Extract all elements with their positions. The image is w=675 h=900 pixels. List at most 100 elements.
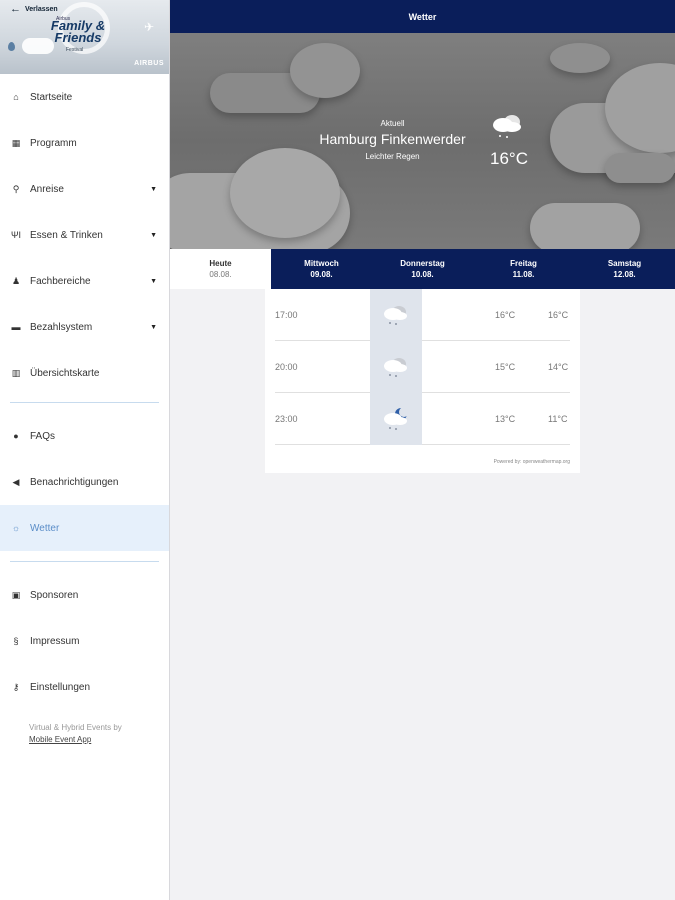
current-temperature: 16°C xyxy=(490,149,528,168)
forecast-row: 17:00 16°C 16°C xyxy=(275,289,570,341)
sidebar-item-label: Anreise xyxy=(30,183,64,195)
current-label: Aktuell xyxy=(380,119,405,128)
sidebar-item-faqs[interactable]: ● FAQs xyxy=(0,413,169,459)
banner-title: Family & Friends xyxy=(50,18,106,45)
sidebar-item-essen-trinken[interactable]: ΨI Essen & Trinken ▼ xyxy=(0,212,169,258)
calendar-icon: ▦ xyxy=(11,137,21,148)
sidebar-item-bezahlsystem[interactable]: ▬ Bezahlsystem ▼ xyxy=(0,304,169,350)
sidebar-item-wetter[interactable]: ☼ Wetter xyxy=(0,505,169,551)
sidebar-item-anreise[interactable]: ⚲ Anreise ▼ xyxy=(0,166,169,212)
sidebar-nav: ⌂ Startseite ▦ Programm ⚲ Anreise ▼ ΨI E… xyxy=(0,74,169,396)
cloud-rain-icon xyxy=(370,289,422,341)
sidebar-item-startseite[interactable]: ⌂ Startseite xyxy=(0,74,169,120)
credit-text: Virtual & Hybrid Events by Mobile Event … xyxy=(0,710,169,746)
forecast-row: 20:00 15°C 14°C xyxy=(275,341,570,393)
back-arrow-icon: ← xyxy=(10,3,21,15)
folder-icon: ▬ xyxy=(11,322,21,332)
event-banner: ← Verlassen Airbus Family & Friends Fest… xyxy=(0,0,169,74)
sidebar-item-label: Programm xyxy=(30,137,77,149)
home-icon: ⌂ xyxy=(13,92,19,102)
sidebar-item-label: Übersichtskarte xyxy=(30,367,100,379)
bg-cloud xyxy=(230,148,340,238)
powered-by: Powered by: openweathermap.org xyxy=(493,459,570,465)
bg-cloud xyxy=(530,203,640,249)
sun-icon: ☼ xyxy=(11,523,21,533)
day-tabs: Heute 08.08. Mittwoch 09.08. Donnerstag … xyxy=(170,249,675,289)
sidebar-item-einstellungen[interactable]: ⚷ Einstellungen xyxy=(0,664,169,710)
hourly-forecast: 17:00 16°C 16°C 20:00 15°C 14°C 23:00 13… xyxy=(265,289,580,473)
person-icon: ♟ xyxy=(11,275,21,286)
section-icon: § xyxy=(13,636,19,646)
temp-high: 13°C xyxy=(495,413,516,424)
sidebar-item-label: FAQs xyxy=(30,430,56,442)
forecast-row: 23:00 13°C 11°C xyxy=(275,393,570,445)
sidebar-divider xyxy=(10,561,159,562)
tab-mittwoch[interactable]: Mittwoch 09.08. xyxy=(271,249,372,289)
tab-heute[interactable]: Heute 08.08. xyxy=(170,249,271,289)
main-content: Wetter Aktuell Hamburg Finkenwerder Leic… xyxy=(170,0,675,900)
banner-subtitle: Festival xyxy=(66,47,84,53)
bg-cloud xyxy=(605,153,675,183)
weather-condition: Leichter Regen xyxy=(365,152,420,161)
sidebar-item-programm[interactable]: ▦ Programm xyxy=(0,120,169,166)
sidebar-item-label: Einstellungen xyxy=(30,681,91,693)
sidebar-item-label: Fachbereiche xyxy=(30,275,91,287)
current-location: Aktuell Hamburg Finkenwerder Leichter Re… xyxy=(170,119,615,161)
sidebar-item-sponsoren[interactable]: ▣ Sponsoren xyxy=(0,572,169,618)
top-bar: Wetter xyxy=(170,0,675,33)
brand-logo: AIRBUS xyxy=(134,60,164,67)
sidebar-item-label: Bezahlsystem xyxy=(30,321,93,333)
sidebar-item-label: Wetter xyxy=(30,522,60,534)
cloud-moon-rain-icon xyxy=(370,393,422,445)
sidebar-item-label: Essen & Trinken xyxy=(30,229,103,241)
current-weather-hero: Aktuell Hamburg Finkenwerder Leichter Re… xyxy=(170,33,675,249)
day-name: Samstag xyxy=(607,259,642,268)
tab-samstag[interactable]: Samstag 12.08. xyxy=(574,249,675,289)
sidebar-item-uebersichtskarte[interactable]: ▥ Übersichtskarte xyxy=(0,350,169,396)
plane-icon: ✈ xyxy=(143,20,154,34)
tab-freitag[interactable]: Freitag 11.08. xyxy=(473,249,574,289)
temp-high: 16°C xyxy=(495,309,516,320)
chevron-down-icon: ▼ xyxy=(150,231,157,239)
sidebar-nav-secondary: ● FAQs ◀ Benachrichtigungen ☼ Wetter xyxy=(0,413,169,551)
day-name: Heute xyxy=(209,259,232,268)
sidebar-item-fachbereiche[interactable]: ♟ Fachbereiche ▼ xyxy=(0,258,169,304)
tab-donnerstag[interactable]: Donnerstag 10.08. xyxy=(372,249,473,289)
temp-low: 16°C xyxy=(548,309,569,320)
city-name: Hamburg Finkenwerder xyxy=(319,131,466,147)
cloud-rain-icon xyxy=(370,341,422,393)
sidebar: ← Verlassen Airbus Family & Friends Fest… xyxy=(0,0,170,900)
sidebar-item-benachrichtigungen[interactable]: ◀ Benachrichtigungen xyxy=(0,459,169,505)
day-date: 12.08. xyxy=(613,270,636,279)
temp-low: 11°C xyxy=(548,413,568,424)
chevron-down-icon: ▼ xyxy=(150,185,157,193)
day-date: 08.08. xyxy=(209,270,232,279)
day-name: Freitag xyxy=(510,259,537,268)
temp-low: 14°C xyxy=(548,361,569,372)
megaphone-icon: ◀ xyxy=(12,476,20,487)
key-icon: ⚷ xyxy=(12,681,20,692)
map-pin-icon: ⚲ xyxy=(12,183,20,194)
book-icon: ▣ xyxy=(11,589,21,600)
page-title: Wetter xyxy=(408,11,437,22)
forecast-time: 17:00 xyxy=(275,309,298,320)
bg-cloud xyxy=(550,43,610,73)
day-date: 09.08. xyxy=(310,270,333,279)
credit-line: Virtual & Hybrid Events by xyxy=(29,723,122,732)
chevron-down-icon: ▼ xyxy=(150,277,157,285)
sidebar-item-label: Startseite xyxy=(30,91,73,103)
fork-knife-icon: ΨI xyxy=(11,230,22,240)
forecast-time: 20:00 xyxy=(275,361,298,372)
sidebar-item-impressum[interactable]: § Impressum xyxy=(0,618,169,664)
bg-cloud xyxy=(290,43,360,98)
sidebar-item-label: Benachrichtigungen xyxy=(30,476,119,488)
cloud-rain-icon xyxy=(492,113,524,144)
sidebar-item-label: Impressum xyxy=(30,635,80,647)
day-name: Donnerstag xyxy=(400,259,445,268)
sidebar-nav-tertiary: ▣ Sponsoren § Impressum ⚷ Einstellungen xyxy=(0,572,169,710)
sidebar-item-label: Sponsoren xyxy=(30,589,79,601)
forecast-time: 23:00 xyxy=(275,413,298,424)
chevron-down-icon: ▼ xyxy=(150,323,157,331)
credit-link[interactable]: Mobile Event App xyxy=(29,734,169,746)
back-button[interactable]: ← Verlassen xyxy=(10,3,58,15)
